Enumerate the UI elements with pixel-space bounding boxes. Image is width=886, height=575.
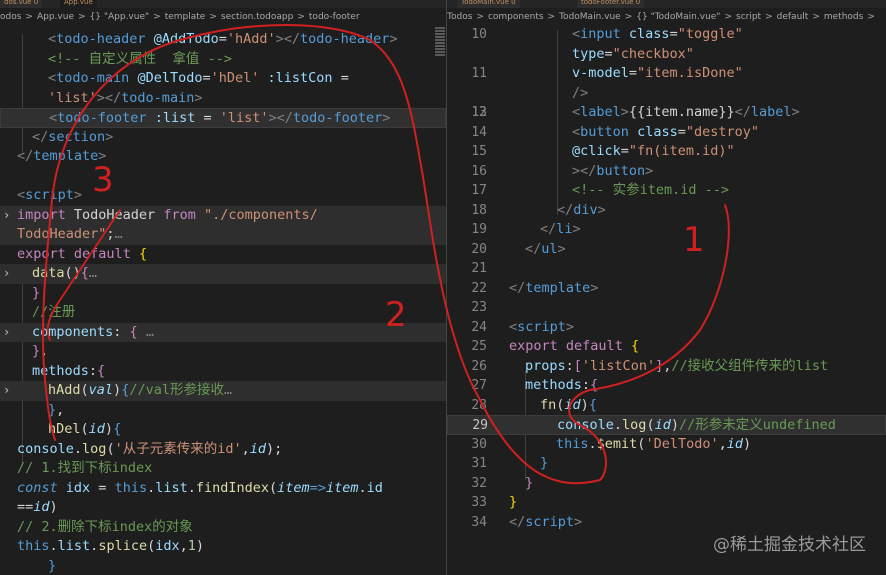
breadcrumb-item[interactable]: section.todoapp: [221, 12, 297, 22]
code-line: </template>: [17, 148, 107, 164]
annotation-number-2: 2: [385, 295, 407, 335]
annotation-number-3: 3: [92, 160, 114, 200]
code-line: 31}: [471, 455, 549, 471]
code-line: 10 <input class="toggle": [471, 26, 743, 42]
code-line: 13 <label>{{item.name}}</label>: [471, 104, 800, 120]
breadcrumb-item[interactable]: default: [777, 12, 813, 22]
code-line: › hAdd(val){//val形参接收…: [0, 381, 446, 401]
code-line: //注册: [32, 304, 76, 320]
breadcrumb-sep: >: [77, 12, 86, 22]
breadcrumb-sep: >: [724, 12, 732, 22]
breadcrumb-item[interactable]: odos: [0, 12, 25, 22]
code-line: ==id): [17, 499, 58, 515]
tab-todofooter-vue[interactable]: todoFooter.vue 0: [577, 0, 645, 8]
breadcrumb-sep: >: [209, 12, 217, 22]
code-line: // 1.找到下标index: [17, 460, 153, 476]
code-line: const idx = this.list.findIndex(item=>it…: [17, 479, 383, 496]
code-line: 19 </li>: [471, 221, 581, 237]
breadcrumb-item[interactable]: methods: [824, 12, 867, 22]
code-line: type="checkbox": [572, 45, 694, 62]
left-tab-bar: dos.vue 0 App.vue: [0, 0, 446, 8]
breadcrumb-item[interactable]: components: [488, 12, 548, 22]
code-line: 27 methods:{: [471, 377, 599, 393]
code-line: <script>: [17, 187, 83, 203]
code-line: 16 ></button>: [471, 162, 654, 179]
code-line: export default {: [17, 245, 148, 262]
code-line: 14 <button class="destroy": [471, 123, 759, 140]
breadcrumb-sep: >: [867, 12, 875, 22]
code-line: 32}: [471, 474, 534, 491]
code-line: › import TodoHeader from "./components/: [0, 205, 446, 226]
code-line: 33}: [471, 494, 518, 510]
breadcrumb-sep: >: [765, 12, 773, 22]
code-line: </section>: [32, 128, 114, 145]
breadcrumb-item[interactable]: Todos: [447, 12, 476, 22]
watermark: @稀土掘金技术社区: [713, 535, 866, 555]
breadcrumb-item[interactable]: script: [736, 12, 765, 22]
code-line: console.log('从子元素传来的id',id);: [17, 440, 283, 457]
code-line: // 2.删除下标index的对象: [17, 518, 193, 535]
code-line: 11 v-model="item.isDone": [471, 65, 743, 81]
breadcrumb: Todos > components > TodoMain.vue >{} "TodoMa…: [447, 8, 886, 26]
code-line: 22 </template>: [471, 279, 599, 296]
code-line: },: [32, 284, 49, 301]
tab-app-vue[interactable]: App.vue: [60, 0, 97, 8]
breadcrumb-sep: >: [25, 12, 33, 22]
code-line: 'list'></todo-main>: [48, 89, 203, 106]
code-line: 30 this.$emit('DelTodo',id): [471, 435, 752, 452]
code-line: 18 </div>: [471, 201, 606, 218]
code-line: › data(){…: [0, 264, 446, 284]
code-line: 28 fn(id){: [471, 396, 597, 413]
breadcrumb-item[interactable]: TodoMain.vue: [559, 12, 625, 22]
code-line: },: [32, 343, 49, 359]
code-line: 24 <script>: [471, 318, 575, 335]
code-line: },: [48, 401, 65, 418]
breadcrumb: odos > App.vue >{} "App.vue" > template > secti…: [0, 8, 446, 26]
breadcrumb-sep: >: [624, 12, 633, 22]
breadcrumb-sep: >: [812, 12, 820, 22]
minimap[interactable]: [435, 26, 445, 86]
right-tab-bar: TodoMain.vue 0 todoFooter.vue 0: [447, 0, 886, 8]
code-line-highlighted: <todo-footer :list = 'list'></todo-foote…: [0, 108, 446, 128]
code-line: 21: [471, 261, 487, 276]
breadcrumb-item[interactable]: {} "TodoMain.vue": [636, 12, 724, 22]
tab-dos[interactable]: dos.vue 0: [0, 0, 43, 8]
breadcrumb-item[interactable]: App.vue: [37, 12, 78, 22]
fold-chevron-icon[interactable]: ›: [3, 381, 10, 401]
code-line: <todo-header @AddTodo='hAdd'></todo-head…: [48, 31, 398, 47]
code-line: this.list.splice(idx,1): [17, 538, 205, 554]
breadcrumb-sep: >: [297, 12, 305, 22]
code-line: 26 props:['listCon'],//接收父组件传来的list: [471, 357, 829, 374]
code-line: TodoHeader";…: [0, 225, 446, 245]
code-line: › components: { …: [0, 322, 446, 343]
tab-todomain-vue[interactable]: TodoMain.vue 0: [457, 0, 520, 8]
code-line: <todo-main @DelTodo='hDel' :listCon =: [48, 70, 349, 86]
code-line: />: [572, 84, 589, 101]
code-line: 15 @click="fn(item.id)": [471, 143, 735, 159]
fold-chevron-icon[interactable]: ›: [3, 264, 10, 284]
breadcrumb-sep: >: [547, 12, 556, 22]
code-line: 20 </ul>: [471, 240, 566, 257]
breadcrumb-item[interactable]: {} "App.vue": [90, 12, 154, 22]
left-editor-pane: dos.vue 0 App.vue odos > App.vue >{} "App.v…: [0, 0, 446, 575]
breadcrumb-sep: >: [153, 12, 161, 22]
code-line-current: 29 console.log(id)//形参未定义undefined: [447, 415, 886, 435]
code-line: hDel(id){: [48, 421, 122, 437]
breadcrumb-item[interactable]: template: [165, 12, 210, 22]
code-line: }: [48, 557, 57, 574]
code-line: methods:{: [32, 362, 106, 379]
breadcrumb-sep: >: [476, 12, 484, 22]
fold-chevron-icon[interactable]: ›: [3, 323, 10, 343]
code-line: <!-- 自定义属性 拿值 -->: [48, 50, 232, 67]
code-line: 17 <!-- 实参item.id -->: [471, 182, 730, 198]
right-editor-pane: TodoMain.vue 0 todoFooter.vue 0 Todos > co…: [447, 0, 886, 575]
breadcrumb-item[interactable]: todo-footer: [309, 12, 364, 22]
code-line: 25 export default {: [471, 338, 640, 354]
annotation-number-1: 1: [683, 220, 705, 260]
fold-chevron-icon[interactable]: ›: [3, 206, 10, 226]
code-line: 23: [471, 300, 487, 315]
